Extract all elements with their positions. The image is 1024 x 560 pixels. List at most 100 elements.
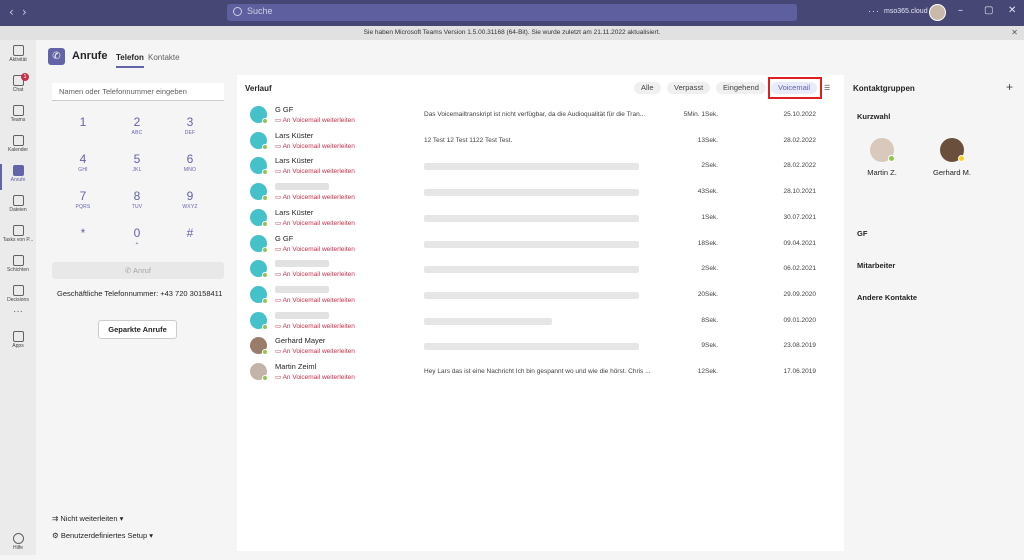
- presence-indicator: [262, 297, 268, 304]
- custom-setup-setting[interactable]: ⚙ Benutzerdefiniertes Setup ▾: [52, 531, 153, 540]
- back-arrow-icon[interactable]: ‹: [9, 5, 14, 19]
- history-row[interactable]: G GF ▭ An Voicemail weiterleiten Das Voice…: [245, 102, 836, 128]
- chevron-down-icon: ▾: [119, 514, 124, 523]
- voicemail-icon: ▭: [275, 374, 283, 381]
- dial-key-4[interactable]: 4 GHI: [63, 152, 103, 173]
- redacted-transcript: [424, 163, 639, 171]
- dial-key-hash[interactable]: #: [170, 226, 210, 241]
- rail-item-teams[interactable]: Teams: [0, 102, 36, 132]
- page-title: Anrufe: [72, 50, 108, 62]
- call-duration: 2Sek.: [701, 162, 718, 170]
- calendar-icon: [12, 135, 24, 146]
- redacted-name: [275, 260, 329, 268]
- group-employees[interactable]: Mitarbeiter: [857, 261, 895, 270]
- chevron-down-icon: ▾: [149, 531, 153, 540]
- rail-item-files[interactable]: Dateien: [0, 192, 36, 222]
- title-bar: ‹ › Suche ··· mso365.cloud – ▢ ✕: [0, 0, 1024, 26]
- history-row[interactable]: ▭ An Voicemail weiterleiten 20Sek. 29.09.2…: [245, 282, 836, 308]
- filter-sort-icon[interactable]: ☰: [824, 84, 832, 92]
- gear-icon: ⚙: [52, 531, 59, 540]
- dial-key-6[interactable]: 6 MNO: [170, 152, 210, 173]
- maximize-icon[interactable]: ▢: [984, 5, 993, 16]
- history-row[interactable]: Gerhard Mayer ▭ An Voicemail weiterleiten…: [245, 333, 836, 359]
- redacted-transcript: [424, 317, 552, 325]
- speed-dial-contact[interactable]: Martin Z.: [847, 138, 917, 177]
- history-row[interactable]: Lars Küster ▭ An Voicemail weiterleiten 12…: [245, 128, 836, 154]
- history-row[interactable]: ▭ An Voicemail weiterleiten 2Sek. 06.02.20…: [245, 256, 836, 282]
- forward-arrow-icon[interactable]: ›: [22, 5, 27, 19]
- rail-item-apps[interactable]: Apps: [0, 328, 36, 358]
- rail-label: Schichten: [7, 267, 29, 273]
- tab-contacts[interactable]: Kontakte: [148, 53, 180, 62]
- voicemail-icon: ▭: [275, 168, 283, 176]
- file-icon: [12, 195, 24, 206]
- help-icon: [12, 533, 24, 544]
- dial-key-3[interactable]: 3 DEF: [170, 115, 210, 136]
- call-duration: 13Sek.: [697, 136, 718, 144]
- voicemail-action-text: An Voicemail weiterleiten: [282, 322, 355, 330]
- rail-label: Kalender: [7, 147, 28, 153]
- dial-key-8[interactable]: 8 TUV: [117, 189, 157, 210]
- filter-incoming[interactable]: Eingehend: [716, 82, 766, 94]
- search-bar[interactable]: Suche: [227, 4, 797, 21]
- rail-item-chat[interactable]: 1 Chat: [0, 72, 36, 102]
- add-icon[interactable]: +: [1006, 80, 1013, 94]
- rail-label: Chat: [12, 87, 24, 93]
- history-row[interactable]: Lars Küster ▭ An Voicemail weiterleiten 1S…: [245, 205, 836, 231]
- voicemail-forward-label: ▭ An Voicemail weiterleiten: [275, 322, 355, 330]
- history-row[interactable]: ▭ An Voicemail weiterleiten 43Sek. 28.10.2…: [245, 179, 836, 205]
- shifts-icon: [12, 255, 24, 266]
- call-button[interactable]: ✆ Anruf: [52, 262, 224, 279]
- call-forward-setting[interactable]: ⇉ Nicht weiterleiten ▾: [52, 514, 123, 523]
- voicemail-icon: ▭: [275, 142, 283, 150]
- filter-voicemail[interactable]: Voicemail: [771, 82, 818, 94]
- speed-dial-contact[interactable]: Gerhard M.: [917, 138, 987, 177]
- history-row[interactable]: Lars Küster ▭ An Voicemail weiterleiten 2S…: [245, 153, 836, 179]
- voicemail-forward-label: ▭ An Voicemail weiterleiten: [275, 270, 355, 278]
- profile-avatar[interactable]: [929, 4, 946, 21]
- teams-icon: [12, 105, 24, 116]
- rail-item-shifts[interactable]: Schichten: [0, 252, 36, 282]
- voicemail-action-text: An Voicemail weiterleiten: [282, 245, 355, 253]
- group-other-contacts[interactable]: Andere Kontakte: [857, 293, 917, 302]
- voicemail-forward-label: ▭ An Voicemail weiterleiten: [275, 193, 355, 201]
- rail-item-tasks[interactable]: Tasks von P...: [0, 222, 36, 252]
- history-row[interactable]: Martin Zeiml ▭ An Voicemail weiterleiten H…: [245, 359, 836, 385]
- filter-all[interactable]: Alle: [634, 82, 661, 94]
- tenant-name[interactable]: mso365.cloud: [884, 8, 928, 15]
- history-row[interactable]: ▭ An Voicemail weiterleiten 8Sek. 09.01.20…: [245, 308, 836, 334]
- rail-item-calendar[interactable]: Kalender: [0, 132, 36, 162]
- rail-item-help[interactable]: Hilfe: [0, 530, 36, 560]
- close-window-icon[interactable]: ✕: [1008, 5, 1016, 16]
- group-gf[interactable]: GF: [857, 229, 867, 238]
- history-row[interactable]: G GF ▭ An Voicemail weiterleiten 18Sek. 09.…: [245, 231, 836, 257]
- more-apps-icon[interactable]: ···: [0, 306, 36, 324]
- call-date: 17.06.2019: [783, 368, 816, 375]
- dial-key-9[interactable]: 9 WXYZ: [170, 189, 210, 210]
- caller-name: G GF: [275, 105, 294, 114]
- dial-key-1[interactable]: 1: [63, 115, 103, 130]
- forward-label: Nicht weiterleiten: [60, 514, 118, 523]
- call-date: 28.10.2021: [783, 188, 816, 196]
- dial-key-0[interactable]: 0 +: [117, 226, 157, 247]
- dial-key-2[interactable]: 2 ABC: [117, 115, 157, 136]
- update-banner: Sie haben Microsoft Teams Version 1.5.00…: [0, 26, 1024, 40]
- voicemail-action-text: An Voicemail weiterleiten: [282, 271, 355, 279]
- minimize-icon[interactable]: –: [958, 5, 963, 16]
- search-icon: [233, 7, 242, 16]
- banner-close-icon[interactable]: ✕: [1011, 26, 1018, 40]
- dial-key-7[interactable]: 7 PQRS: [63, 189, 103, 210]
- number-input[interactable]: Namen oder Telefonnummer eingeben: [52, 83, 224, 101]
- tab-phone[interactable]: Telefon: [116, 53, 144, 68]
- dial-key-star[interactable]: *: [63, 226, 103, 241]
- parked-calls-button[interactable]: Geparkte Anrufe: [98, 320, 177, 339]
- rail-item-calls[interactable]: Anrufe: [0, 162, 36, 192]
- dial-key-5[interactable]: 5 JKL: [117, 152, 157, 173]
- call-duration: 2Sek.: [701, 265, 718, 273]
- presence-indicator: [262, 246, 268, 253]
- rail-item-activity[interactable]: Aktivität: [0, 42, 36, 72]
- more-options-icon[interactable]: ···: [868, 6, 880, 16]
- filter-missed[interactable]: Verpasst: [667, 82, 711, 94]
- rail-label: Decisions: [7, 297, 29, 303]
- redacted-name: [275, 285, 329, 293]
